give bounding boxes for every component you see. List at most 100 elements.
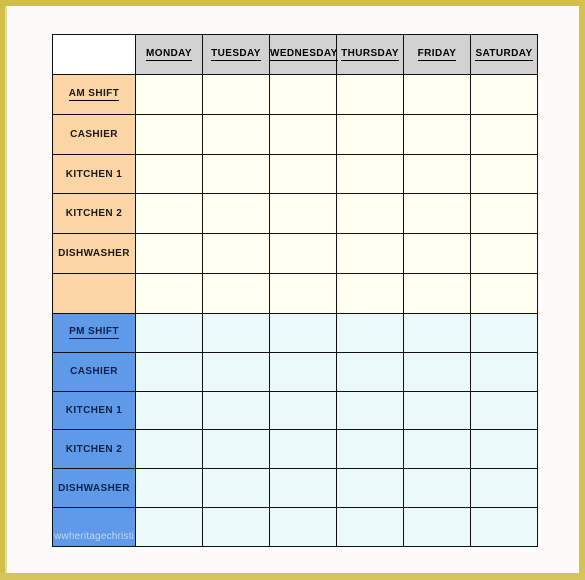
schedule-cell[interactable] (403, 193, 471, 235)
schedule-cell[interactable] (403, 468, 471, 509)
schedule-cell[interactable] (403, 429, 471, 470)
schedule-cell[interactable] (202, 429, 270, 470)
row-label-am-kitchen-2: KITCHEN 2 (52, 193, 136, 235)
schedule-cell[interactable] (336, 429, 404, 470)
schedule-cell[interactable] (202, 468, 270, 509)
schedule-cell[interactable] (403, 273, 471, 314)
schedule-cell[interactable] (470, 153, 538, 195)
schedule-cell[interactable] (135, 429, 203, 470)
schedule-cell[interactable] (403, 113, 471, 155)
bottom-border (0, 573, 585, 580)
schedule-cell[interactable] (470, 351, 538, 392)
schedule-cell[interactable] (202, 273, 270, 314)
table-row-am-cashier: CASHIER (52, 113, 538, 155)
row-label-pm-blank: wwheritagechristi (52, 507, 136, 547)
schedule-cell[interactable] (135, 113, 203, 155)
schedule-cell[interactable] (269, 390, 337, 431)
table-row-pm-kitchen-1: KITCHEN 1 (52, 390, 538, 431)
schedule-cell[interactable] (202, 153, 270, 195)
schedule-cell[interactable] (403, 390, 471, 431)
schedule-cell[interactable] (135, 153, 203, 195)
schedule-cell[interactable] (269, 153, 337, 195)
schedule-cell[interactable] (336, 273, 404, 314)
schedule-cell[interactable] (135, 273, 203, 314)
schedule-cell[interactable] (403, 507, 471, 547)
schedule-cell[interactable] (403, 312, 471, 353)
day-header-label: MONDAY (146, 48, 192, 61)
row-label-am-kitchen-1: KITCHEN 1 (52, 153, 136, 195)
schedule-cell[interactable] (336, 312, 404, 353)
schedule-cell[interactable] (470, 273, 538, 314)
schedule-cell[interactable] (269, 429, 337, 470)
day-header-label: THURSDAY (341, 48, 399, 61)
schedule-cell[interactable] (336, 507, 404, 547)
top-border (0, 0, 585, 6)
row-label-am-cashier: CASHIER (52, 113, 136, 155)
schedule-cell[interactable] (202, 113, 270, 155)
schedule-cell[interactable] (336, 113, 404, 155)
row-label-am-dishwasher: DISHWASHER (52, 233, 136, 275)
schedule-cell[interactable] (135, 390, 203, 431)
schedule-cell[interactable] (336, 390, 404, 431)
schedule-cell[interactable] (470, 468, 538, 509)
schedule-cell[interactable] (470, 233, 538, 275)
schedule-cell[interactable] (202, 74, 270, 115)
schedule-cell[interactable] (269, 351, 337, 392)
schedule-cell[interactable] (336, 74, 404, 115)
row-label-pm-cashier: CASHIER (52, 351, 136, 392)
schedule-cell[interactable] (202, 233, 270, 275)
schedule-cell[interactable] (470, 390, 538, 431)
schedule-table-container: MONDAY TUESDAY WEDNESDAY THURSDAY FRIDAY… (52, 34, 538, 547)
schedule-cell[interactable] (202, 312, 270, 353)
table-row-pm-shift: PM SHIFT (52, 312, 538, 353)
schedule-cell[interactable] (336, 351, 404, 392)
schedule-cell[interactable] (336, 468, 404, 509)
schedule-cell[interactable] (403, 233, 471, 275)
schedule-cell[interactable] (135, 233, 203, 275)
schedule-cell[interactable] (135, 74, 203, 115)
column-header-thursday: THURSDAY (336, 34, 404, 75)
row-label-pm-kitchen-2: KITCHEN 2 (52, 429, 136, 470)
schedule-cell[interactable] (336, 233, 404, 275)
schedule-cell[interactable] (135, 193, 203, 235)
watermark-label: wwheritagechristi (54, 531, 135, 542)
schedule-cell[interactable] (470, 113, 538, 155)
schedule-cell[interactable] (202, 351, 270, 392)
schedule-cell[interactable] (269, 312, 337, 353)
schedule-cell[interactable] (336, 153, 404, 195)
schedule-cell[interactable] (470, 74, 538, 115)
table-row-am-dishwasher: DISHWASHER (52, 233, 538, 275)
schedule-cell[interactable] (135, 312, 203, 353)
table-row-am-kitchen-2: KITCHEN 2 (52, 193, 538, 235)
schedule-cell[interactable] (269, 74, 337, 115)
schedule-cell[interactable] (135, 351, 203, 392)
table-row-pm-kitchen-2: KITCHEN 2 (52, 429, 538, 470)
schedule-cell[interactable] (470, 507, 538, 547)
column-header-saturday: SATURDAY (470, 34, 538, 75)
schedule-cell[interactable] (202, 193, 270, 235)
row-label-pm-kitchen-1: KITCHEN 1 (52, 390, 136, 431)
schedule-cell[interactable] (269, 507, 337, 547)
schedule-cell[interactable] (202, 507, 270, 547)
schedule-cell[interactable] (269, 468, 337, 509)
schedule-cell[interactable] (470, 429, 538, 470)
schedule-cell[interactable] (269, 233, 337, 275)
shift-title-label: AM SHIFT (68, 87, 120, 101)
schedule-cell[interactable] (470, 312, 538, 353)
schedule-cell[interactable] (135, 468, 203, 509)
column-header-tuesday: TUESDAY (202, 34, 270, 75)
schedule-cell[interactable] (403, 351, 471, 392)
schedule-cell[interactable] (202, 390, 270, 431)
schedule-cell[interactable] (403, 74, 471, 115)
day-header-label: FRIDAY (417, 48, 457, 61)
schedule-cell[interactable] (269, 273, 337, 314)
schedule-cell[interactable] (135, 507, 203, 547)
column-header-friday: FRIDAY (403, 34, 471, 75)
schedule-cell[interactable] (403, 153, 471, 195)
table-row-pm-dishwasher: DISHWASHER (52, 468, 538, 509)
shift-title-label: PM SHIFT (69, 326, 119, 340)
schedule-cell[interactable] (336, 193, 404, 235)
schedule-cell[interactable] (269, 193, 337, 235)
schedule-cell[interactable] (269, 113, 337, 155)
schedule-cell[interactable] (470, 193, 538, 235)
